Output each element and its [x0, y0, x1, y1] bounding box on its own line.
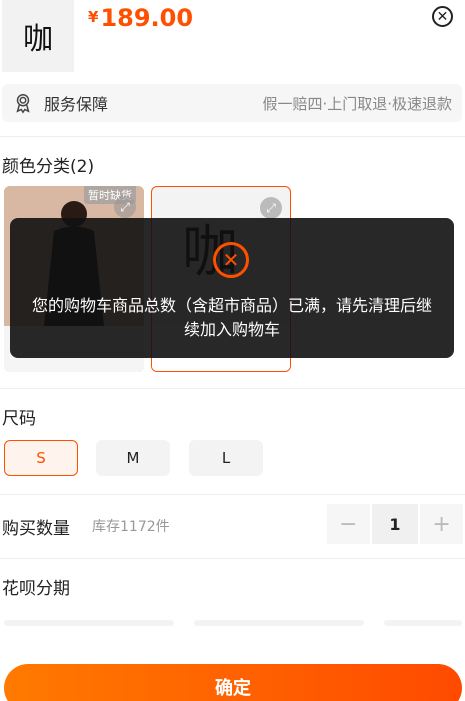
quantity-value[interactable]: 1 [371, 504, 419, 544]
installment-title: 花呗分期 [2, 579, 70, 599]
expand-icon[interactable]: ⤢ [260, 197, 282, 219]
color-section-title: 颜色分类(2) [2, 157, 95, 177]
service-label: 服务保障 [44, 95, 109, 114]
price: ¥189.00 [88, 4, 193, 32]
quantity-row: 购买数量 库存1172件 − 1 + [2, 504, 463, 544]
thumbnail-char: 咖 [23, 22, 53, 57]
quantity-stepper[interactable]: − 1 + [327, 504, 463, 544]
divider [0, 388, 465, 389]
stock-count: 库存1172件 [92, 519, 170, 535]
decrement-button[interactable]: − [327, 504, 370, 544]
size-option-s[interactable]: S [4, 440, 78, 476]
installment-option[interactable] [384, 620, 462, 626]
quantity-title: 购买数量 [2, 519, 70, 539]
price-value: 189.00 [100, 4, 194, 32]
product-thumbnail[interactable]: 咖 [2, 0, 74, 72]
increment-button[interactable]: + [420, 504, 463, 544]
ribbon-badge-icon [16, 94, 30, 114]
divider [0, 136, 465, 137]
divider [0, 558, 465, 559]
size-option-l[interactable]: L [189, 440, 263, 476]
installment-option[interactable] [194, 620, 364, 626]
installment-option[interactable] [4, 620, 174, 626]
error-circle-icon: ✕ [213, 242, 249, 278]
confirm-button[interactable]: 确定 [4, 664, 462, 701]
size-option-m[interactable]: M [96, 440, 170, 476]
close-icon[interactable]: ✕ [432, 6, 453, 27]
size-section-title: 尺码 [2, 409, 36, 429]
toast-message: 您的购物车商品总数（含超市商品）已满，请先清理后继续加入购物车 [32, 296, 433, 339]
cart-full-toast: ✕ 您的购物车商品总数（含超市商品）已满，请先清理后继续加入购物车 [10, 218, 454, 358]
service-guarantee-bar[interactable]: 服务保障 假一赔四·上门取退·极速退款 [2, 84, 462, 122]
divider [0, 494, 465, 495]
currency-symbol: ¥ [88, 8, 99, 26]
expand-icon[interactable]: ⤢ [114, 196, 136, 218]
service-description: 假一赔四·上门取退·极速退款 [262, 94, 452, 113]
